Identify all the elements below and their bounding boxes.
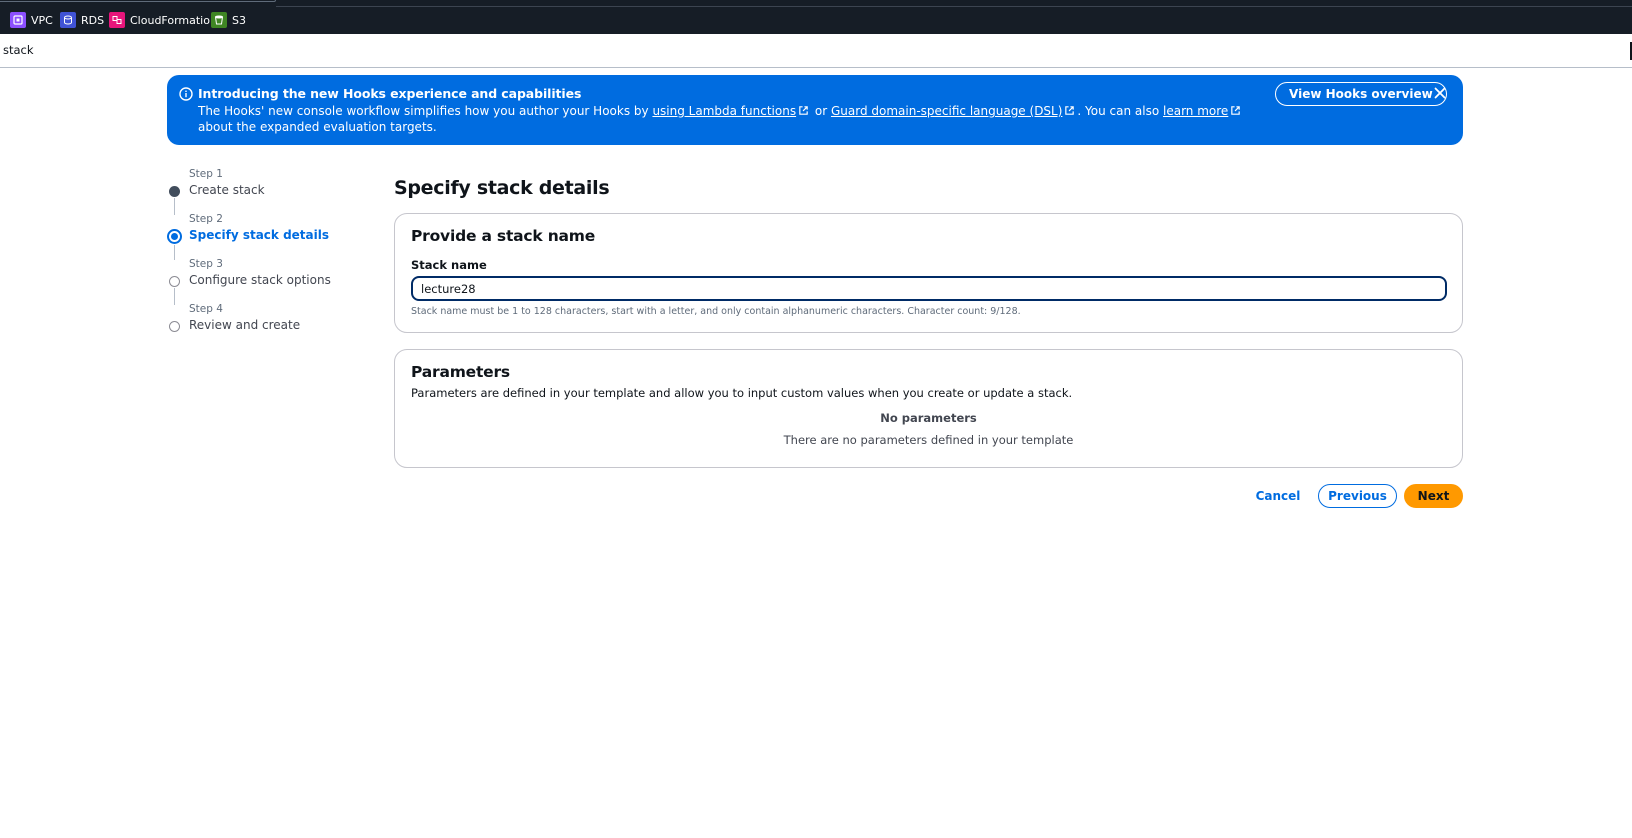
stack-name-input[interactable] <box>411 276 1447 301</box>
step-number: Step 2 <box>189 213 223 225</box>
empty-state-title: No parameters <box>880 411 977 425</box>
stack-name-label: Stack name <box>411 258 487 272</box>
vpc-icon <box>10 12 26 28</box>
cloudformation-icon <box>109 12 125 28</box>
page-title: Specify stack details <box>394 177 610 199</box>
cancel-button[interactable]: Cancel <box>1252 484 1304 508</box>
step-name: Specify stack details <box>189 228 329 242</box>
favorite-label: CloudFormation <box>130 13 217 27</box>
external-link-icon <box>1231 106 1241 115</box>
previous-button[interactable]: Previous <box>1318 484 1397 508</box>
external-link-icon <box>799 106 808 115</box>
step-name: Configure stack options <box>189 273 331 287</box>
banner-text: or <box>811 104 831 118</box>
step-name: Create stack <box>189 183 265 197</box>
banner-body: The Hooks' new console workflow simplifi… <box>198 103 1258 135</box>
close-icon[interactable] <box>1433 86 1447 100</box>
step-current-dot-icon <box>167 229 182 244</box>
guard-dsl-link[interactable]: Guard domain-specific language (DSL) <box>831 104 1062 118</box>
section-heading: Parameters <box>411 363 510 381</box>
favorite-rds[interactable]: RDS <box>60 12 104 28</box>
info-icon <box>179 87 193 101</box>
empty-state-description: There are no parameters defined in your … <box>783 433 1074 447</box>
favorite-label: RDS <box>81 13 105 27</box>
favorite-cloudformation[interactable]: CloudFormation <box>109 12 217 28</box>
hooks-announcement-banner: Introducing the new Hooks experience and… <box>167 75 1463 145</box>
banner-text: . You can also <box>1077 104 1164 118</box>
tab-outline <box>0 0 276 2</box>
banner-text: The Hooks' new console workflow simplifi… <box>198 104 653 118</box>
favorite-vpc[interactable]: VPC <box>10 12 53 28</box>
stack-name-constraint: Stack name must be 1 to 128 characters, … <box>411 306 1021 317</box>
step-connector <box>174 245 175 260</box>
favorite-label: VPC <box>31 13 53 27</box>
step-number: Step 4 <box>189 303 223 315</box>
step-pending-dot-icon <box>169 276 180 287</box>
view-hooks-overview-button[interactable]: View Hooks overview <box>1275 82 1447 106</box>
step-pending-dot-icon <box>169 321 180 332</box>
favorite-s3[interactable]: S3 <box>211 12 246 28</box>
rds-icon <box>60 12 76 28</box>
external-link-icon <box>1065 106 1075 115</box>
parameters-container: Parameters Parameters are defined in you… <box>394 349 1463 468</box>
breadcrumb-current: stack <box>3 43 34 57</box>
step-number: Step 1 <box>189 168 223 180</box>
step-number: Step 3 <box>189 258 223 270</box>
banner-title: Introducing the new Hooks experience and… <box>198 86 582 101</box>
parameters-description: Parameters are defined in your template … <box>411 386 1073 400</box>
step-complete-dot-icon <box>169 186 180 197</box>
favorite-label: S3 <box>232 13 246 27</box>
lambda-functions-link[interactable]: using Lambda functions <box>652 104 796 118</box>
tab-strip-divider <box>276 6 1632 7</box>
step-connector <box>174 198 175 215</box>
banner-text: about the expanded evaluation targets. <box>198 120 437 134</box>
step-name: Review and create <box>189 318 301 332</box>
step-connector <box>174 288 175 305</box>
breadcrumb: stack <box>0 34 1632 68</box>
section-heading: Provide a stack name <box>411 227 596 245</box>
favorites-bar: VPC RDS CloudFormation S3 <box>0 0 1632 34</box>
next-button[interactable]: Next <box>1404 484 1463 508</box>
learn-more-link[interactable]: learn more <box>1163 104 1228 118</box>
s3-icon <box>211 12 227 28</box>
stack-name-container: Provide a stack name Stack name Stack na… <box>394 213 1463 333</box>
